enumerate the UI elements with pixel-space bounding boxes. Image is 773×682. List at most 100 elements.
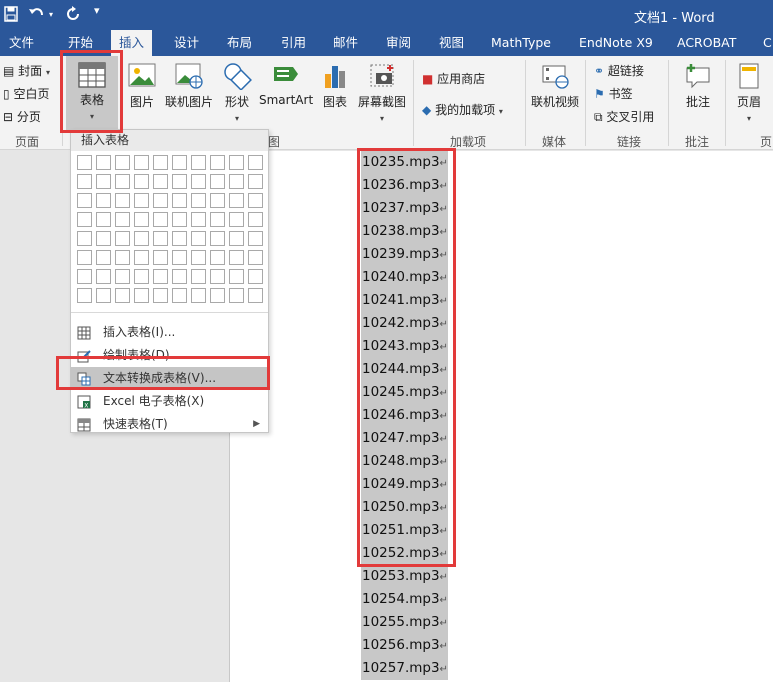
store-button[interactable]: ■ 应用商店 [422,70,485,87]
grid-cell[interactable] [210,231,225,246]
grid-cell[interactable] [191,250,206,265]
grid-cell[interactable] [77,288,92,303]
grid-cell[interactable] [134,155,149,170]
grid-cell[interactable] [115,212,130,227]
grid-cell[interactable] [191,212,206,227]
tab-endnote[interactable]: EndNote X9 [579,30,653,56]
redo-icon[interactable] [66,6,82,24]
document-line[interactable]: 10249.mp3↵ [361,473,448,496]
grid-cell[interactable] [210,250,225,265]
grid-cell[interactable] [172,231,187,246]
grid-cell[interactable] [248,269,263,284]
document-line[interactable]: 10255.mp3↵ [361,611,448,634]
save-icon[interactable] [4,6,18,24]
grid-cell[interactable] [77,155,92,170]
grid-cell[interactable] [229,288,244,303]
grid-cell[interactable] [229,231,244,246]
grid-cell[interactable] [96,155,111,170]
grid-cell[interactable] [153,212,168,227]
grid-cell[interactable] [77,212,92,227]
grid-cell[interactable] [134,231,149,246]
grid-cell[interactable] [210,193,225,208]
grid-cell[interactable] [172,155,187,170]
undo-icon[interactable] [28,6,46,24]
tab-review[interactable]: 审阅 [386,30,411,56]
grid-cell[interactable] [153,250,168,265]
document-line[interactable]: 10242.mp3↵ [361,312,448,335]
grid-cell[interactable] [96,231,111,246]
tab-mathtype[interactable]: MathType [491,30,551,56]
grid-cell[interactable] [229,250,244,265]
grid-cell[interactable] [77,250,92,265]
hyperlink-button[interactable]: ⚭ 超链接 [594,62,644,79]
document-line[interactable]: 10245.mp3↵ [361,381,448,404]
grid-cell[interactable] [210,288,225,303]
page-break-button[interactable]: ⊟ 分页 [3,108,41,125]
document-line[interactable]: 10244.mp3↵ [361,358,448,381]
grid-cell[interactable] [77,174,92,189]
grid-cell[interactable] [115,269,130,284]
document-line[interactable]: 10240.mp3↵ [361,266,448,289]
grid-cell[interactable] [210,174,225,189]
grid-cell[interactable] [191,269,206,284]
grid-cell[interactable] [77,231,92,246]
grid-cell[interactable] [153,193,168,208]
grid-cell[interactable] [134,174,149,189]
customize-toolbar-icon[interactable]: ▾ [94,4,100,22]
document-line[interactable]: 10250.mp3↵ [361,496,448,519]
grid-cell[interactable] [77,193,92,208]
document-line[interactable]: 10243.mp3↵ [361,335,448,358]
tab-acrobat[interactable]: ACROBAT [677,30,736,56]
grid-cell[interactable] [172,193,187,208]
grid-cell[interactable] [191,155,206,170]
grid-cell[interactable] [96,288,111,303]
grid-cell[interactable] [229,174,244,189]
my-addins-button[interactable]: ◆ 我的加载项 ▾ [422,101,503,118]
grid-cell[interactable] [153,288,168,303]
document-line[interactable]: 10257.mp3↵ [361,657,448,680]
document-line[interactable]: 10235.mp3↵ [361,151,448,174]
blank-page-button[interactable]: ▯ 空白页 [3,85,49,102]
shapes-button[interactable]: 形状 ▾ [219,60,255,124]
grid-cell[interactable] [172,288,187,303]
grid-cell[interactable] [115,231,130,246]
document-line[interactable]: 10256.mp3↵ [361,634,448,657]
grid-cell[interactable] [248,193,263,208]
document-line[interactable]: 10247.mp3↵ [361,427,448,450]
menu-item-draw-table[interactable]: 绘制表格(D) [71,344,268,367]
grid-cell[interactable] [172,269,187,284]
grid-cell[interactable] [248,155,263,170]
cover-page-button[interactable]: ▤ 封面 ▾ [3,62,50,79]
document-line[interactable]: 10253.mp3↵ [361,565,448,588]
grid-cell[interactable] [153,155,168,170]
grid-cell[interactable] [115,193,130,208]
grid-cell[interactable] [229,212,244,227]
smartart-button[interactable]: SmartArt [259,60,313,107]
document-line[interactable]: 10239.mp3↵ [361,243,448,266]
header-button[interactable]: 页眉 ▾ [731,60,767,124]
tab-view[interactable]: 视图 [439,30,464,56]
menu-item-insert-table[interactable]: 插入表格(I)... [71,321,268,344]
grid-cell[interactable] [153,231,168,246]
grid-cell[interactable] [134,212,149,227]
tab-insert[interactable]: 插入 [111,30,153,56]
document-line[interactable]: 10246.mp3↵ [361,404,448,427]
grid-cell[interactable] [172,250,187,265]
document-line[interactable]: 10248.mp3↵ [361,450,448,473]
document-line[interactable]: 10252.mp3↵ [361,542,448,565]
comment-button[interactable]: 批注 [676,60,720,110]
chart-button[interactable]: 图表 [318,60,352,110]
tab-references[interactable]: 引用 [281,30,306,56]
picture-button[interactable]: 图片 [124,60,160,110]
grid-cell[interactable] [210,155,225,170]
document-line[interactable]: 10238.mp3↵ [361,220,448,243]
online-video-button[interactable]: 联机视频 [529,60,581,110]
grid-cell[interactable] [96,250,111,265]
grid-cell[interactable] [248,250,263,265]
grid-cell[interactable] [96,193,111,208]
grid-cell[interactable] [115,288,130,303]
menu-item-quick-tables[interactable]: 快速表格(T) ▶ [71,413,268,436]
grid-cell[interactable] [115,174,130,189]
grid-cell[interactable] [210,269,225,284]
menu-item-text-to-table[interactable]: 文本转换成表格(V)... [71,367,268,390]
